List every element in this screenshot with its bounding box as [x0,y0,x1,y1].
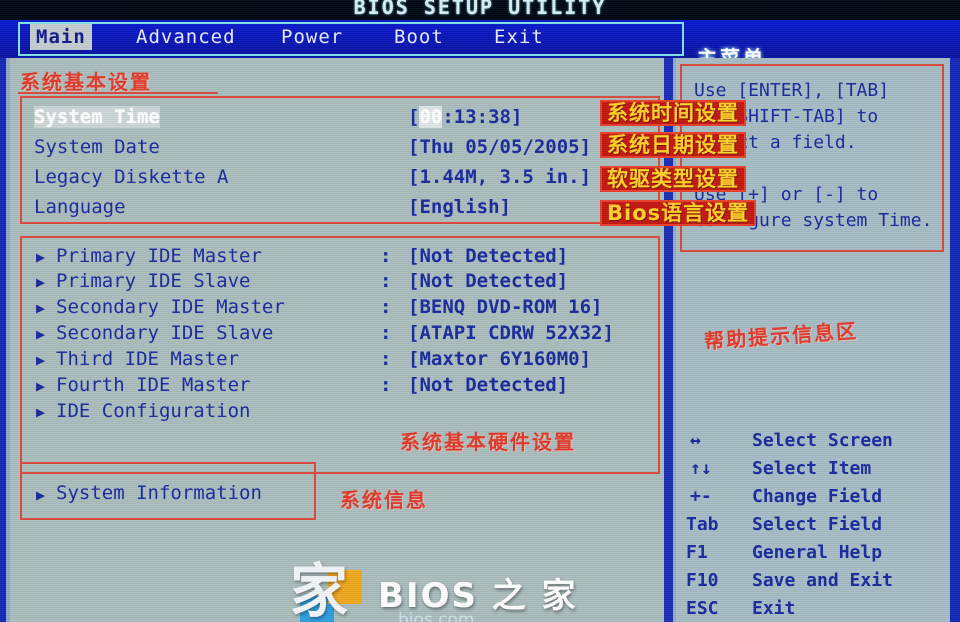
row-label: System Time [34,106,160,128]
expand-arrow-icon: ▶ [36,325,46,343]
colon: : [380,322,392,344]
colon: : [380,348,392,370]
watermark: 家 BIOS 之 家 bios.com [290,548,576,622]
key-desc-select-item: Select Item [752,458,872,479]
tab-advanced[interactable]: Advanced [130,24,242,50]
key-save-and-exit: F10 [686,570,719,591]
expand-arrow-icon: ▶ [36,273,46,291]
expand-arrow-icon: ▶ [36,403,46,421]
key-desc-select-field: Select Field [752,514,883,535]
row-label: Legacy Diskette A [34,166,229,188]
page-title: BIOS SETUP UTILITY [353,0,607,19]
help-line-1: Use [ENTER], [TAB] [694,80,890,101]
tab-main[interactable]: Main [30,24,92,50]
value-secondary-ide-master[interactable]: [BENQ DVD-ROM 16] [408,296,602,318]
row-system-time[interactable]: System Time [34,106,160,128]
row-system-date[interactable]: System Date [34,136,160,158]
row-label: Secondary IDE Master [56,296,285,318]
tab-exit[interactable]: Exit [488,24,550,50]
row-label: Language [34,196,126,218]
value-primary-ide-master[interactable]: [Not Detected] [408,245,568,267]
body-area: 系统基本设置 System Time [00:13:38] System Dat… [0,58,960,622]
right-border [950,58,960,622]
annotation-hardware-settings: 系统基本硬件设置 [400,430,576,454]
row-primary-ide-slave[interactable]: Primary IDE Slave [56,270,250,292]
row-third-ide-master[interactable]: Third IDE Master [56,348,239,370]
value-secondary-ide-slave[interactable]: [ATAPI CDRW 52X32] [408,322,614,344]
row-legacy-diskette-a[interactable]: Legacy Diskette A [34,166,228,188]
key-select-item: ↑↓ [690,458,712,479]
annotation-system-information: 系统信息 [340,488,428,512]
row-label: System Date [34,136,160,158]
value-primary-ide-slave[interactable]: [Not Detected] [408,270,568,292]
key-desc-select-screen: Select Screen [752,430,893,451]
expand-arrow-icon: ▶ [36,299,46,317]
watermark-logo-glyph: 家 [290,557,349,622]
annotation-help-area: 帮助提示信息区 [703,318,859,354]
row-label: Primary IDE Slave [56,270,251,292]
tab-power[interactable]: Power [275,24,349,50]
expand-arrow-icon: ▶ [36,248,46,266]
key-desc-general-help: General Help [752,542,883,563]
key-desc-change-field: Change Field [752,486,883,507]
value-highlight: 00 [419,106,443,128]
value-fourth-ide-master[interactable]: [Not Detected] [408,374,568,396]
annotation-system-date-cn: 系统日期设置 [600,132,746,159]
settings-panel: 系统基本设置 System Time [00:13:38] System Dat… [10,58,664,622]
row-secondary-ide-slave[interactable]: Secondary IDE Slave [56,322,273,344]
title-bar: BIOS SETUP UTILITY [0,0,960,20]
value-legacy-diskette-a[interactable]: [1.44M, 3.5 in.] [408,166,591,188]
row-language[interactable]: Language [34,196,126,218]
menu-bar: Main Advanced Power Boot Exit 主菜单 [0,20,960,70]
annotation-language-cn: Bios语言设置 [600,200,757,227]
row-label: System Information [56,482,262,504]
row-label: Primary IDE Master [56,245,262,267]
key-select-screen: ↔ [690,430,701,451]
key-general-help: F1 [686,542,708,563]
key-desc-save-and-exit: Save and Exit [752,570,893,591]
value-third-ide-master[interactable]: [Maxtor 6Y160M0] [408,348,591,370]
menu-bar-frame [18,22,684,56]
bios-setup-screen: BIOS SETUP UTILITY Main Advanced Power B… [0,0,960,622]
row-ide-configuration[interactable]: IDE Configuration [56,400,250,422]
row-fourth-ide-master[interactable]: Fourth IDE Master [56,374,250,396]
value-language[interactable]: [English] [408,196,511,218]
expand-arrow-icon: ▶ [36,377,46,395]
value-system-time[interactable]: [00:13:38] [408,106,522,128]
row-label: Secondary IDE Slave [56,322,274,344]
watermark-subtitle: bios.com [398,610,475,622]
colon: : [380,245,392,267]
key-desc-exit: Exit [752,598,796,619]
row-label: IDE Configuration [56,400,251,422]
annotation-system-time-cn: 系统时间设置 [600,100,746,127]
annotation-basic-settings: 系统基本设置 [20,70,152,94]
row-secondary-ide-master[interactable]: Secondary IDE Master [56,296,285,318]
expand-arrow-icon: ▶ [36,351,46,369]
tab-boot[interactable]: Boot [388,24,450,50]
row-system-information[interactable]: System Information [56,482,262,504]
colon: : [380,374,392,396]
colon: : [380,296,392,318]
colon: : [380,270,392,292]
row-label: Third IDE Master [56,348,240,370]
key-exit: ESC [686,598,719,619]
row-primary-ide-master[interactable]: Primary IDE Master [56,245,262,267]
expand-arrow-icon: ▶ [36,486,46,504]
key-change-field: +- [690,486,712,507]
row-label: Fourth IDE Master [56,374,251,396]
value-system-date[interactable]: [Thu 05/05/2005] [408,136,591,158]
annotation-diskette-cn: 软驱类型设置 [600,166,746,193]
key-select-field: Tab [686,514,719,535]
